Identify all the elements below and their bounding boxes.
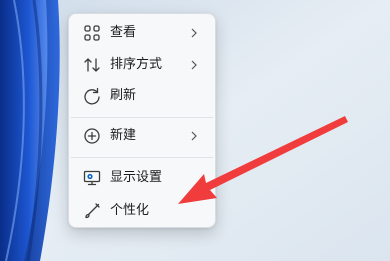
menu-item-sort-by[interactable]: 排序方式: [74, 51, 210, 79]
chevron-right-icon: [188, 130, 200, 142]
refresh-icon: [82, 86, 102, 106]
desktop-context-menu: 查看 排序方式 刷新 新建 显示设置 个性化: [68, 13, 216, 228]
menu-item-display-settings-label: 显示设置: [110, 170, 163, 185]
menu-item-view-label: 查看: [110, 25, 137, 40]
desktop[interactable]: 查看 排序方式 刷新 新建 显示设置 个性化: [0, 0, 390, 261]
grid-view-icon: [82, 23, 102, 43]
menu-item-refresh-label: 刷新: [110, 88, 137, 103]
menu-item-sort-by-label: 排序方式: [110, 57, 163, 72]
new-plus-circle-icon: [82, 126, 102, 146]
menu-separator: [71, 157, 213, 158]
sort-arrows-icon: [82, 55, 102, 75]
menu-item-personalize-label: 个性化: [110, 203, 150, 218]
display-settings-icon: [82, 168, 102, 188]
menu-separator: [71, 117, 213, 118]
chevron-right-icon: [188, 59, 200, 71]
menu-item-display-settings[interactable]: 显示设置: [74, 164, 210, 192]
chevron-right-icon: [188, 27, 200, 39]
menu-item-personalize[interactable]: 个性化: [74, 197, 210, 225]
personalize-brush-icon: [82, 201, 102, 221]
menu-item-new[interactable]: 新建: [74, 122, 210, 150]
menu-item-refresh[interactable]: 刷新: [74, 82, 210, 110]
menu-item-view[interactable]: 查看: [74, 19, 210, 47]
menu-item-new-label: 新建: [110, 128, 137, 143]
